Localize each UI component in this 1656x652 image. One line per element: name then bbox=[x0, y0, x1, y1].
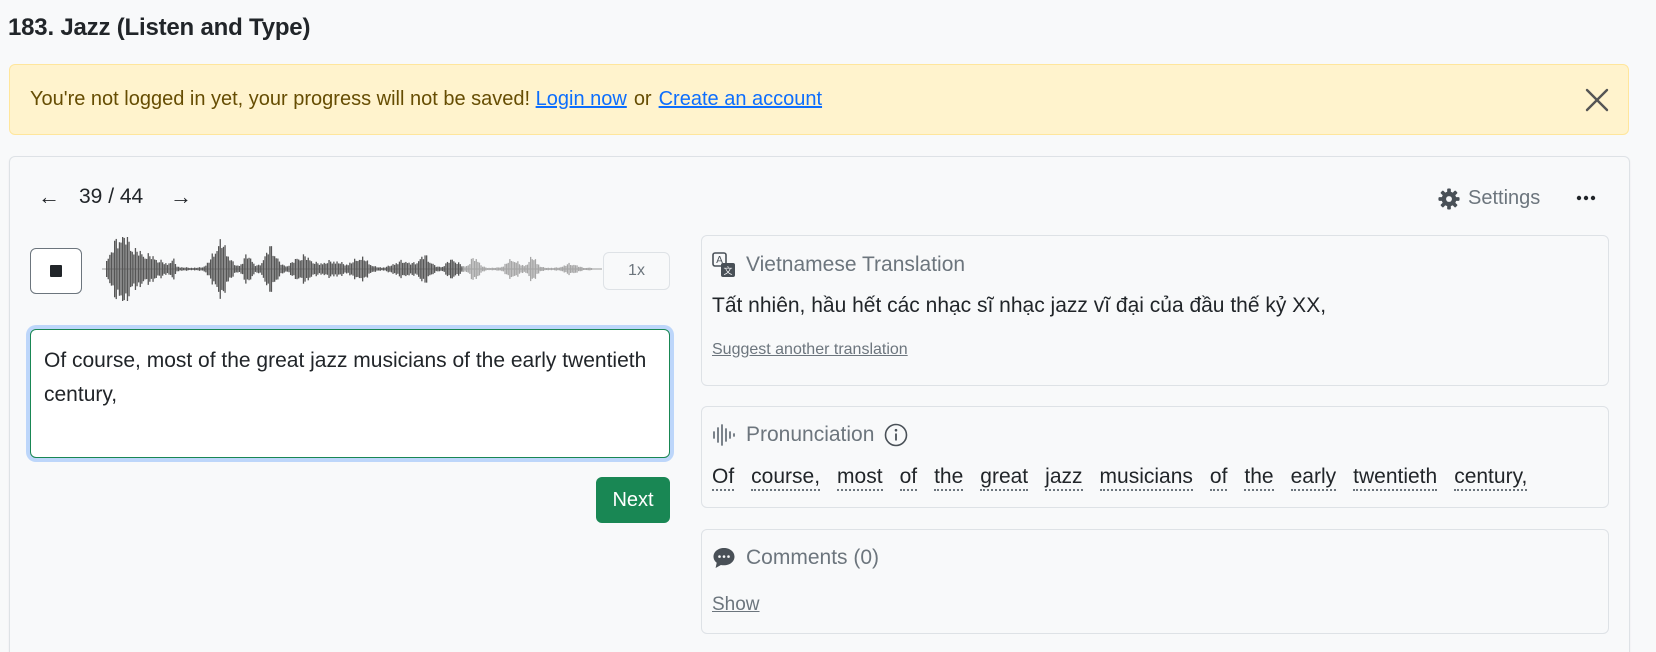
pronunciation-word[interactable]: of bbox=[1209, 465, 1228, 491]
sentence-counter: 39 / 44 bbox=[79, 185, 144, 208]
pronunciation-panel: Pronunciation Of course, most of the great jaz… bbox=[701, 406, 1609, 508]
pronunciation-word[interactable]: the bbox=[934, 465, 964, 491]
audio-waveform[interactable] bbox=[102, 234, 602, 304]
pronunciation-word[interactable]: most bbox=[837, 465, 883, 491]
pronunciation-word[interactable]: great bbox=[980, 465, 1029, 491]
comments-heading-label: Comments (0) bbox=[746, 546, 880, 569]
exercise-card: ← 39 / 44 → Settings 1x Of course, most … bbox=[9, 156, 1630, 652]
gear-icon bbox=[1438, 187, 1460, 210]
translation-panel: A 文 Vietnamese Translation Tất nhiên, hầ… bbox=[701, 235, 1609, 386]
translation-text: Tất nhiên, hầu hết các nhạc sĩ nhạc jazz… bbox=[712, 294, 1327, 317]
alert-message: You're not logged in yet, your progress … bbox=[30, 88, 531, 110]
next-button[interactable]: Next bbox=[596, 477, 670, 523]
comments-panel: Comments (0) Show bbox=[701, 529, 1609, 634]
info-icon[interactable] bbox=[884, 423, 908, 447]
playback-speed-button[interactable]: 1x bbox=[603, 252, 670, 290]
svg-text:文: 文 bbox=[723, 265, 732, 277]
pronunciation-word[interactable]: century, bbox=[1454, 465, 1528, 491]
alert-separator: or bbox=[633, 88, 652, 110]
pronunciation-heading: Pronunciation bbox=[712, 423, 918, 447]
prev-arrow-icon[interactable]: ← bbox=[38, 184, 60, 210]
pronunciation-word[interactable]: musicians bbox=[1099, 465, 1193, 491]
pronunciation-word[interactable]: course, bbox=[751, 465, 821, 491]
translate-icon: A 文 bbox=[712, 252, 735, 277]
comments-heading: Comments (0) bbox=[712, 546, 879, 570]
login-alert: You're not logged in yet, your progress … bbox=[9, 64, 1629, 135]
show-comments-link[interactable]: Show bbox=[712, 594, 760, 616]
pronunciation-word[interactable]: early bbox=[1290, 465, 1337, 491]
pronunciation-word[interactable]: twentieth bbox=[1353, 465, 1438, 491]
pronunciation-words: Of course, most of the great jazz musicians of th… bbox=[712, 465, 1528, 491]
login-link[interactable]: Login now bbox=[536, 88, 627, 111]
pronunciation-word[interactable]: the bbox=[1244, 465, 1274, 491]
translation-heading-label: Vietnamese Translation bbox=[746, 253, 966, 276]
settings-button[interactable]: Settings bbox=[1438, 187, 1540, 210]
pronunciation-word[interactable]: jazz bbox=[1045, 465, 1083, 491]
stop-icon bbox=[50, 265, 62, 277]
translation-heading: A 文 Vietnamese Translation bbox=[712, 252, 965, 278]
settings-label: Settings bbox=[1468, 187, 1541, 209]
more-options-icon[interactable] bbox=[1575, 190, 1597, 206]
audio-wave-icon bbox=[713, 424, 735, 446]
pronunciation-word[interactable]: Of bbox=[712, 465, 735, 491]
stop-button[interactable] bbox=[30, 248, 82, 294]
answer-input[interactable]: Of course, most of the great jazz musici… bbox=[30, 329, 670, 458]
suggest-translation-link[interactable]: Suggest another translation bbox=[712, 341, 908, 359]
close-icon[interactable] bbox=[1584, 87, 1610, 113]
pronunciation-word[interactable]: of bbox=[899, 465, 918, 491]
next-arrow-icon[interactable]: → bbox=[170, 184, 192, 210]
page-title: 183. Jazz (Listen and Type) bbox=[8, 14, 311, 41]
create-account-link[interactable]: Create an account bbox=[659, 88, 822, 111]
pronunciation-heading-label: Pronunciation bbox=[746, 423, 875, 446]
chat-bubble-icon bbox=[713, 548, 735, 568]
